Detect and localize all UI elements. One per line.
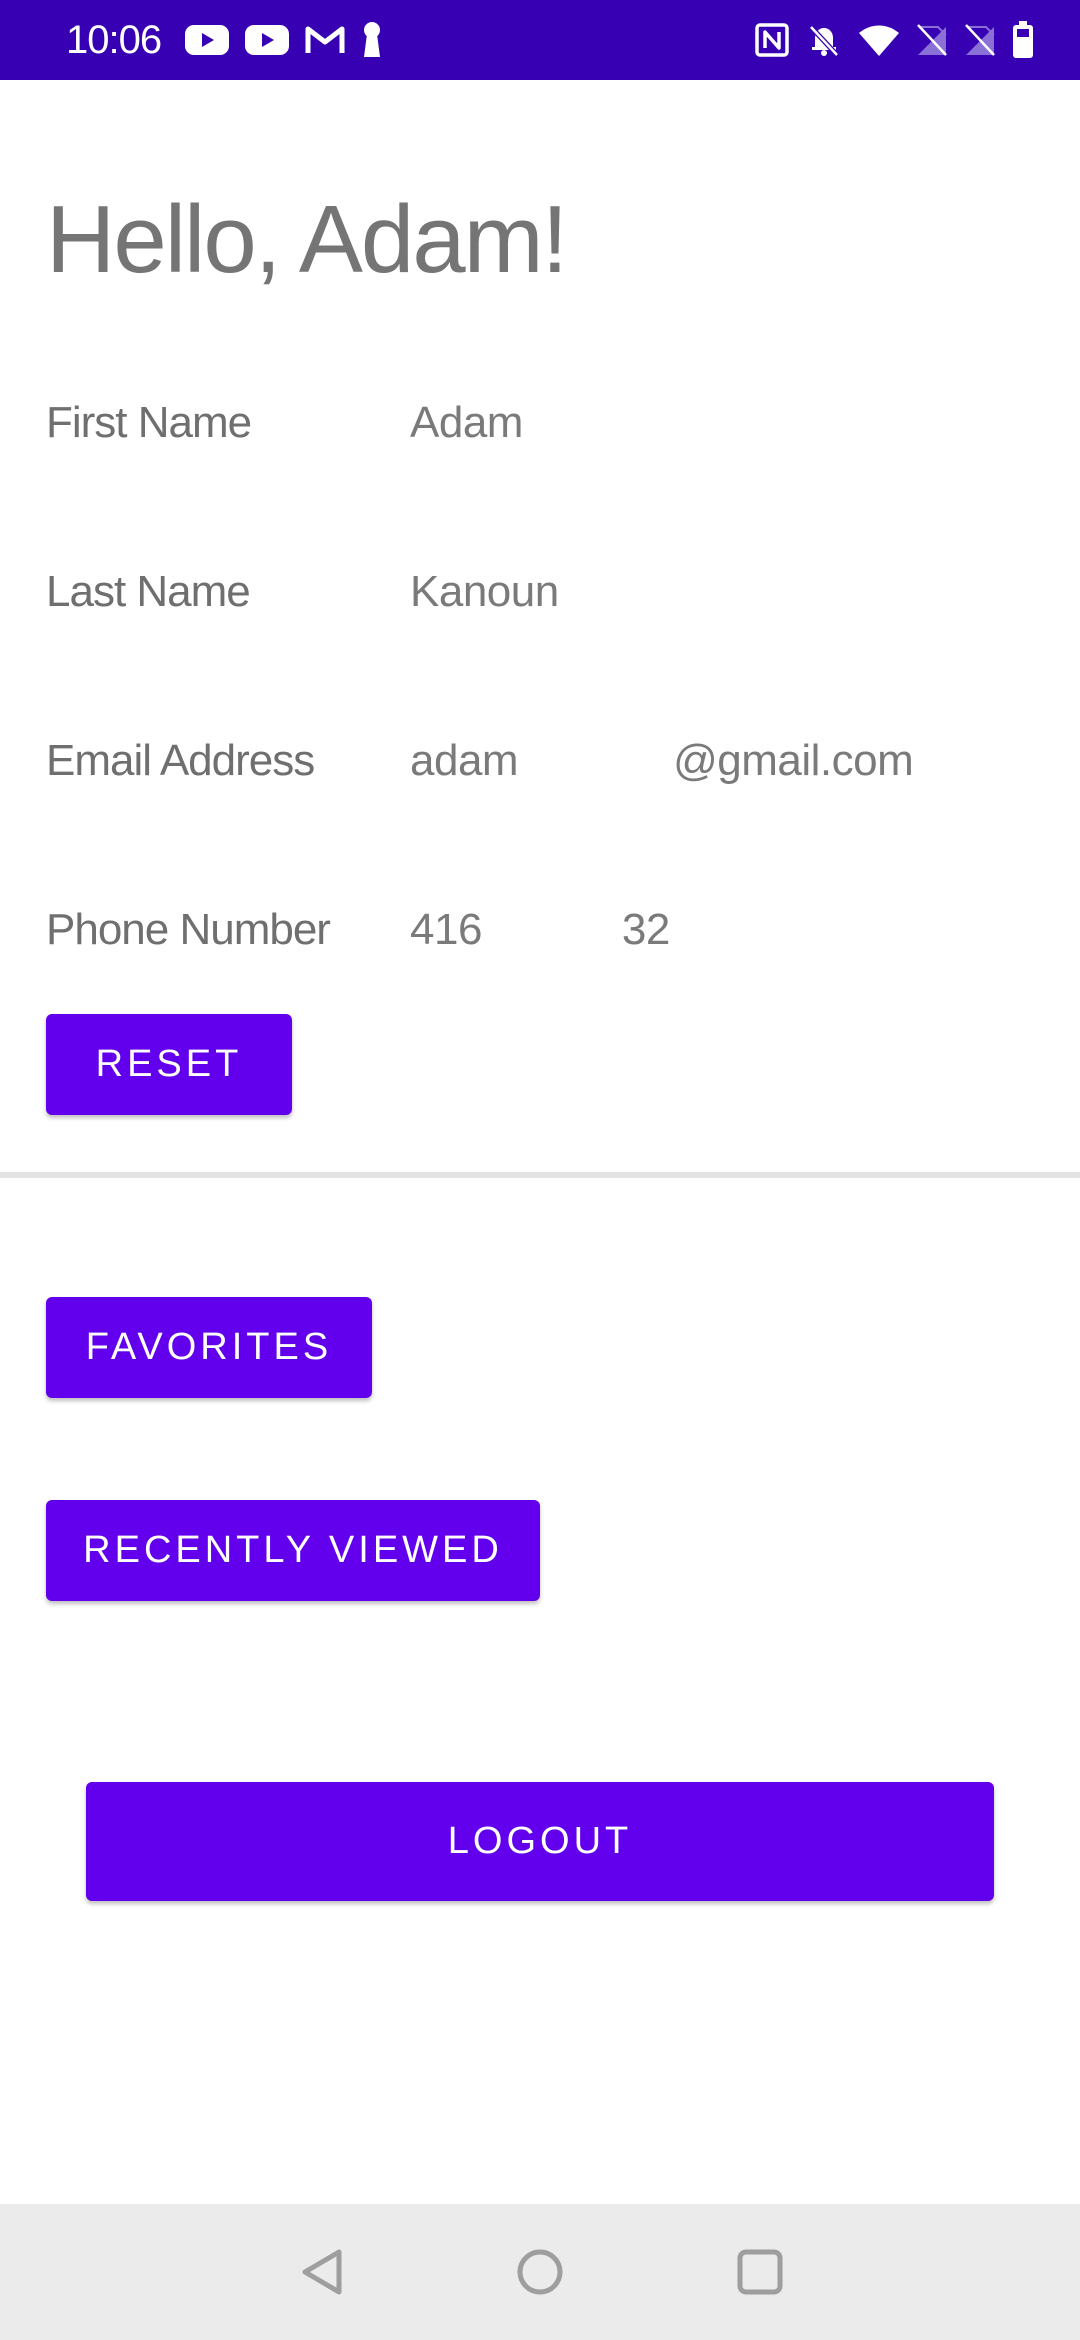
youtube-icon	[245, 25, 289, 55]
gmail-icon	[305, 26, 345, 53]
phone-value: 416 32	[410, 902, 670, 958]
phone-label: Phone Number	[46, 905, 331, 954]
phone-value-end: 32	[621, 905, 670, 954]
recently-viewed-button[interactable]: RECENTLY VIEWED	[46, 1500, 540, 1601]
email-value: adam @gmail.com	[410, 733, 914, 789]
home-icon	[517, 2249, 563, 2295]
system-icons	[754, 18, 1034, 62]
battery-icon	[1013, 21, 1033, 58]
notification-icons	[184, 18, 384, 62]
logout-button[interactable]: LOGOUT	[86, 1782, 994, 1901]
status-bar: 10:06	[0, 0, 1080, 80]
email-value-end: @gmail.com	[673, 736, 914, 785]
wifi-icon	[859, 25, 899, 56]
back-button[interactable]	[295, 2244, 351, 2300]
reset-button[interactable]: RESET	[46, 1014, 292, 1115]
status-time: 10:06	[66, 18, 162, 62]
email-value-start: adam	[410, 736, 519, 785]
profile-screen: 10:06 Hello, Adam! First Name Adam Last …	[0, 0, 1080, 2340]
keyhole-icon	[364, 22, 380, 57]
last-name-value: Kanoun	[410, 567, 559, 616]
no-sim-icon	[917, 24, 947, 56]
first-name-value: Adam	[410, 398, 523, 447]
back-icon	[302, 2249, 342, 2295]
section-divider	[0, 1172, 1080, 1178]
phone-value-start: 416	[410, 905, 482, 954]
recents-button[interactable]	[732, 2244, 788, 2300]
no-sim-icon	[965, 24, 995, 56]
nfc-icon	[755, 23, 789, 57]
first-name-label: First Name	[46, 398, 252, 447]
recents-icon	[737, 2249, 783, 2295]
bell-off-icon	[809, 25, 839, 57]
home-button[interactable]	[512, 2244, 568, 2300]
youtube-icon	[185, 25, 229, 55]
last-name-label: Last Name	[46, 567, 251, 616]
greeting-title: Hello, Adam!	[46, 186, 568, 293]
navigation-bar	[0, 2204, 1080, 2340]
favorites-button[interactable]: FAVORITES	[46, 1297, 372, 1398]
email-label: Email Address	[46, 736, 315, 785]
